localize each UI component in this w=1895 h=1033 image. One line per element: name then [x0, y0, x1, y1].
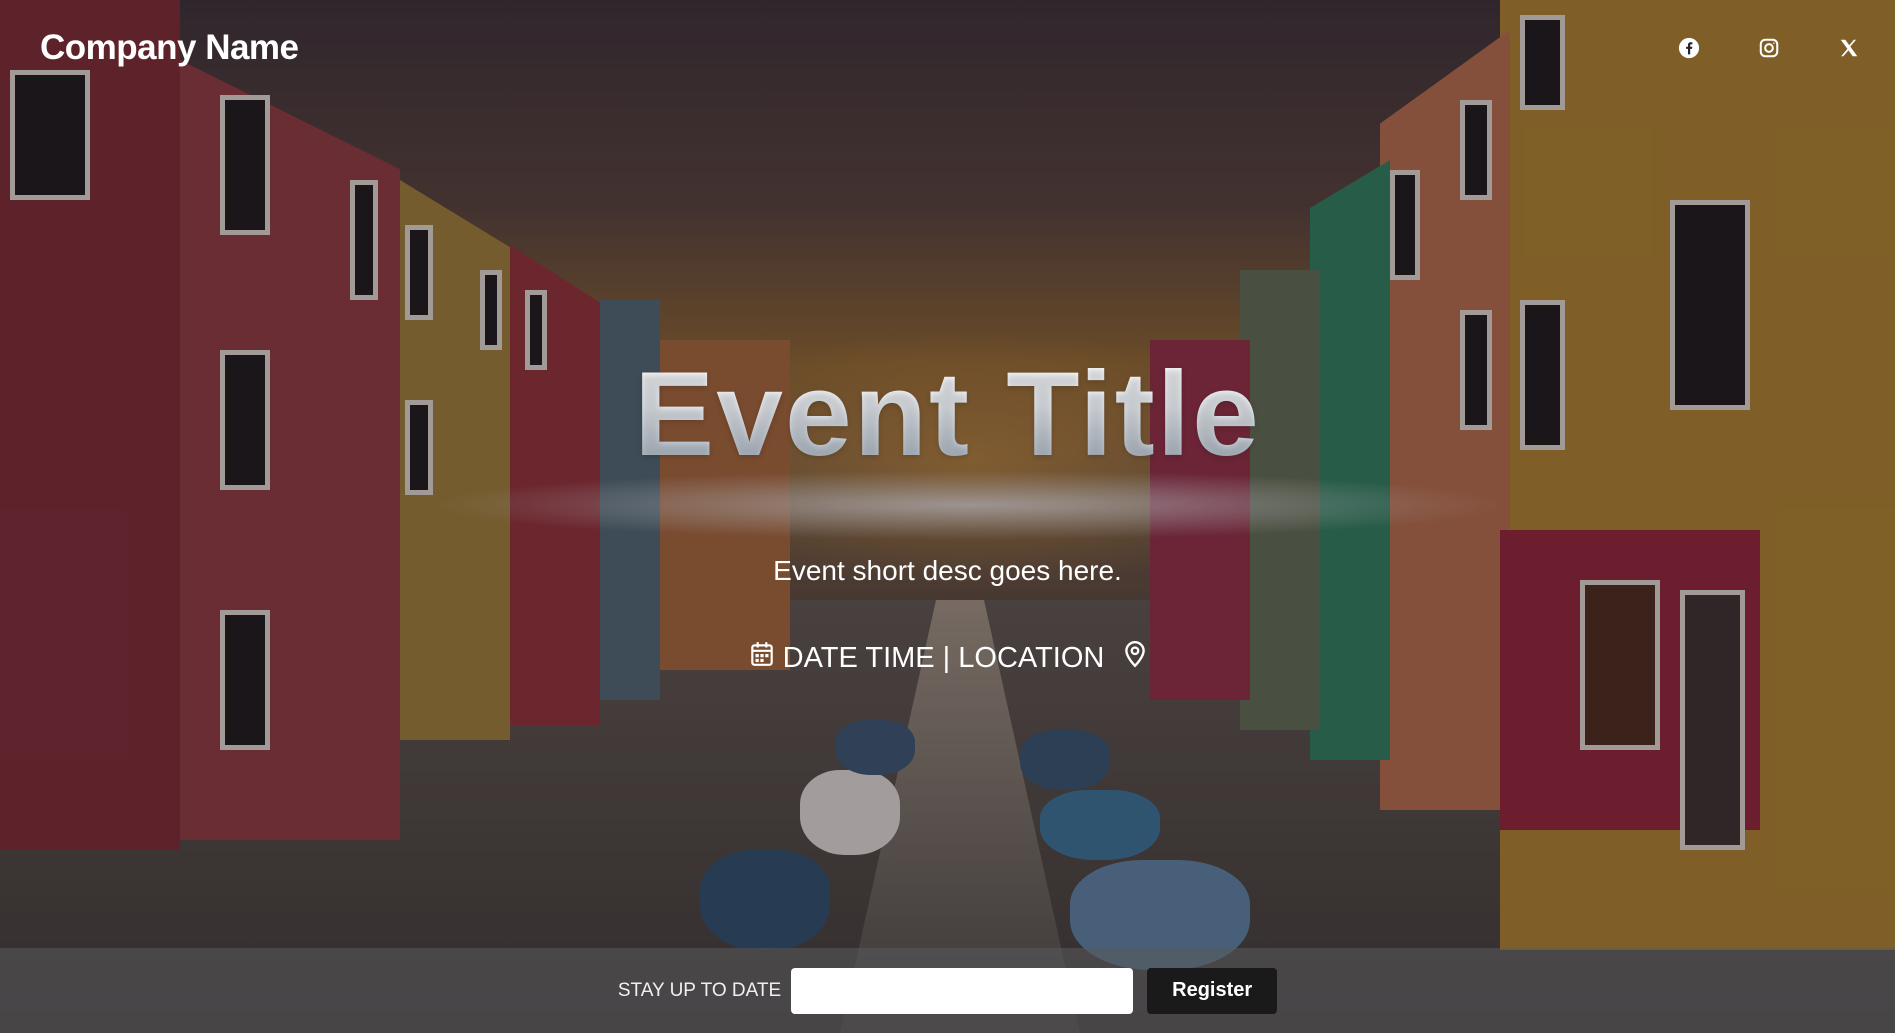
register-button[interactable]: Register [1147, 967, 1278, 1014]
location-pin-icon [1124, 640, 1146, 676]
x-twitter-icon[interactable] [1831, 30, 1867, 66]
event-date-location: DATE TIME | LOCATION [782, 641, 1105, 674]
event-title: Event Title [0, 345, 1895, 483]
event-meta: DATE TIME | LOCATION [0, 640, 1895, 676]
facebook-icon[interactable] [1671, 30, 1707, 66]
calendar-icon [749, 640, 775, 676]
background-photo [0, 0, 1895, 1033]
event-description: Event short desc goes here. [773, 555, 1122, 586]
company-name[interactable]: Company Name [40, 28, 299, 68]
newsletter-bar: STAY UP TO DATE Register [0, 948, 1895, 1033]
social-links [1671, 30, 1867, 66]
instagram-icon[interactable] [1751, 30, 1787, 66]
email-input[interactable] [791, 967, 1134, 1014]
stay-up-to-date-label: STAY UP TO DATE [617, 979, 782, 1001]
